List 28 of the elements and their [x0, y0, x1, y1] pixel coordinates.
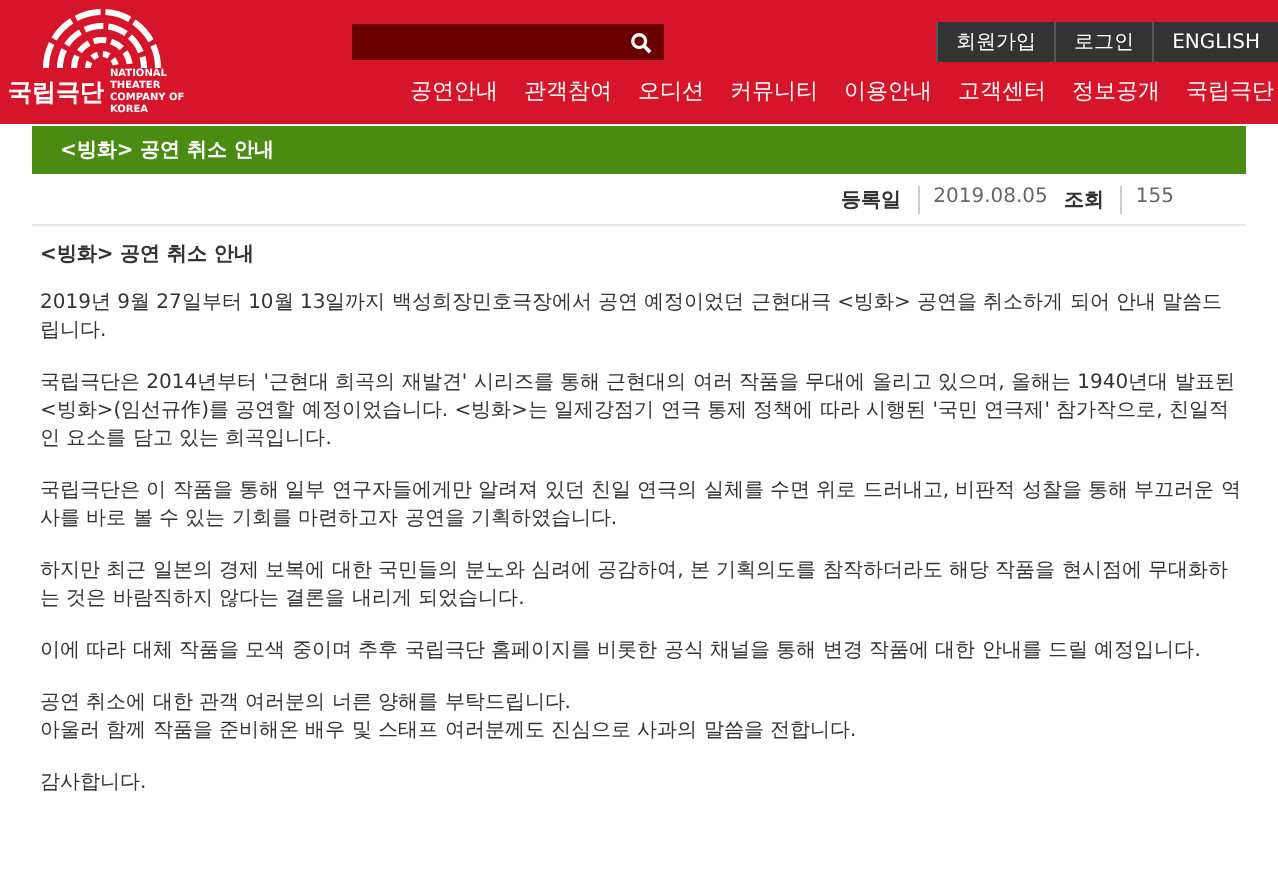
nav-item[interactable]: 공연안내	[410, 76, 498, 106]
paragraph: 국립극단은 이 작품을 통해 일부 연구자들에게만 알려져 있던 친일 연극의 실체를 수면 위로 드러내고, 비판적 성찰을 통해 부끄러운 역사를 바로 볼 수 있는 기회를 마련하고자 공연을 기획하였습니다.	[40, 478, 1242, 534]
article-title: <빙화> 공연 취소 안내	[40, 242, 257, 270]
paragraph: 국립극단은 2014년부터 '근현대 희곡의 재발견' 시리즈를 통해 근현대의 여러 작품을 무대에 올리고 있으며, 올해는 1940년대 발표된 <빙화>(임선규作)를 공연할 예정이었습니다. <빙화>는 일제강점기 연극 통제 정책에 따라 시행된 '국민 연극제' 참가작으로, 친일적인 요소를 담고 있는 희곡입니다.	[40, 370, 1237, 454]
banner-title: <빙화> 공연 취소 안내	[60, 138, 275, 164]
meta-label: 조회	[1063, 188, 1104, 214]
top-menu-button[interactable]: 회원가입	[936, 22, 1055, 62]
top-menu-button[interactable]: 로그인	[1054, 22, 1153, 62]
paragraph: 하지만 최근 일본의 경제 보복에 대한 국민들의 분노와 심려에 공감하여, 본 기획의도를 참작하더라도 해당 작품을 현시점에 무대화하는 것은 바람직하지 않다는 결론을 내리게 되었습니다.	[40, 558, 1231, 614]
nav-item[interactable]: 정보공개	[1072, 76, 1160, 106]
nav-item[interactable]: 고객센터	[958, 76, 1046, 106]
paragraph: 이에 따라 대체 작품을 모색 중이며 추후 국립극단 홈페이지를 비롯한 공식 채널을 통해 변경 작품에 대한 안내를 드릴 예정입니다.	[40, 638, 1203, 666]
top-menu-button[interactable]: ENGLISH	[1152, 22, 1278, 62]
meta-label: 등록일	[841, 188, 902, 214]
meta-value: 2019.08.05	[917, 186, 1048, 214]
search-field[interactable]	[352, 24, 664, 60]
paragraph: 2019년 9월 27일부터 10월 13일까지 백성희장민호극장에서 공연 예정이었던 근현대극 <빙화> 공연을 취소하게 되어 안내 말씀드립니다.	[40, 290, 1225, 346]
nav-item[interactable]: 관객참여	[524, 76, 612, 106]
paragraph: 아울러 함께 작품을 준비해온 배우 및 스태프 여러분께도 진심으로 사과의 말씀을 전합니다.	[40, 718, 859, 746]
paragraph: 공연 취소에 대한 관객 여러분의 너른 양해를 부탁드립니다.	[40, 690, 573, 718]
search-icon[interactable]	[630, 31, 652, 53]
nav-item[interactable]: 커뮤니티	[730, 76, 818, 106]
nav-item[interactable]: 국립극단	[1186, 76, 1274, 106]
paragraph: 감사합니다.	[40, 770, 149, 798]
nav-item[interactable]: 이용안내	[844, 76, 932, 106]
nav-item[interactable]: 오디션	[638, 76, 704, 106]
meta-value: 155	[1119, 186, 1174, 214]
logo-text[interactable]: 국립극단	[8, 75, 104, 109]
